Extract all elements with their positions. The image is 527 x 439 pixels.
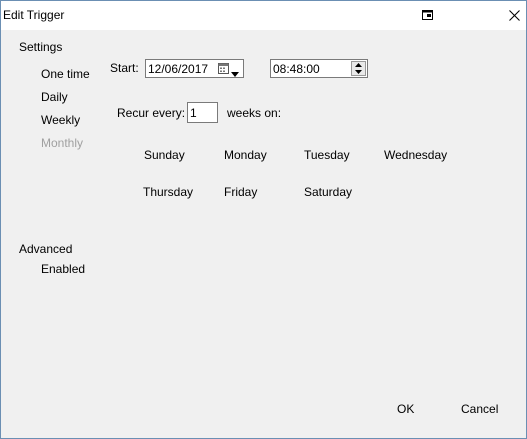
day-saturday[interactable]: Saturday xyxy=(304,185,352,199)
option-daily[interactable]: Daily xyxy=(41,90,68,104)
spinner-up-icon[interactable] xyxy=(355,63,362,67)
calendar-icon[interactable] xyxy=(218,63,229,77)
cancel-button[interactable]: Cancel xyxy=(461,402,498,416)
option-monthly: Monthly xyxy=(41,136,84,150)
spinner-down-icon[interactable] xyxy=(355,70,362,74)
recur-interval-input[interactable]: 1 xyxy=(187,102,218,123)
option-weekly[interactable]: Weekly xyxy=(41,113,80,127)
enabled-checkbox[interactable]: Enabled xyxy=(41,262,85,276)
start-date-value: 12/06/2017 xyxy=(148,62,209,76)
advanced-heading: Advanced xyxy=(19,242,73,256)
day-tuesday[interactable]: Tuesday xyxy=(304,148,350,162)
close-icon[interactable] xyxy=(507,8,521,22)
ok-button[interactable]: OK xyxy=(397,402,414,416)
start-label: Start: xyxy=(110,61,139,75)
day-monday[interactable]: Monday xyxy=(224,148,267,162)
start-time-picker[interactable]: 08:48:00 xyxy=(270,59,368,78)
start-time-value: 08:48:00 xyxy=(273,62,320,76)
pin-window-icon[interactable] xyxy=(421,8,435,22)
weeks-on-label: weeks on: xyxy=(227,106,282,120)
window-title: Edit Trigger xyxy=(3,8,65,22)
option-one-time[interactable]: One time xyxy=(41,67,90,81)
title-bar: Edit Trigger xyxy=(1,1,526,30)
day-thursday[interactable]: Thursday xyxy=(143,185,193,199)
recur-label: Recur every: xyxy=(117,106,186,120)
day-friday[interactable]: Friday xyxy=(224,185,257,199)
edit-trigger-dialog: Edit Trigger Settings One time Daily Wee… xyxy=(0,0,527,439)
chevron-down-icon[interactable] xyxy=(231,66,239,80)
settings-heading: Settings xyxy=(19,40,63,54)
day-sunday[interactable]: Sunday xyxy=(144,148,185,162)
recur-interval-value: 1 xyxy=(190,106,197,120)
day-wednesday[interactable]: Wednesday xyxy=(384,148,447,162)
start-date-picker[interactable]: 12/06/2017 xyxy=(145,59,244,78)
time-spinner[interactable] xyxy=(351,61,366,76)
